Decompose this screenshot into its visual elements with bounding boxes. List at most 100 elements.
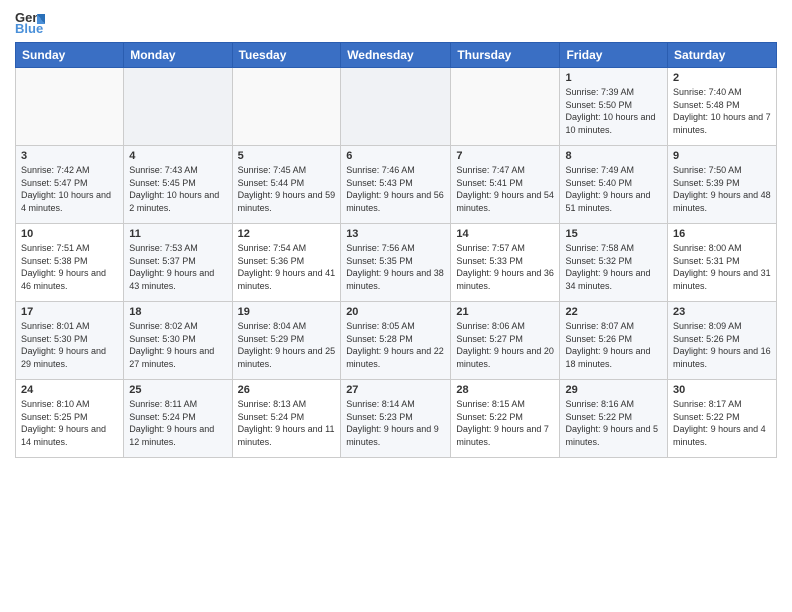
sunset-text: Sunset: 5:33 PM [456,256,523,266]
calendar-table: Sunday Monday Tuesday Wednesday Thursday… [15,42,777,458]
day-info: Sunrise: 8:07 AM Sunset: 5:26 PM Dayligh… [565,320,662,370]
col-tuesday: Tuesday [232,43,341,68]
day-number: 28 [456,384,554,396]
sunrise-text: Sunrise: 8:13 AM [238,399,307,409]
sunset-text: Sunset: 5:48 PM [673,100,740,110]
day-info: Sunrise: 8:10 AM Sunset: 5:25 PM Dayligh… [21,398,118,448]
calendar-cell-day: 16 Sunrise: 8:00 AM Sunset: 5:31 PM Dayl… [668,224,777,302]
col-monday: Monday [124,43,232,68]
sunrise-text: Sunrise: 7:58 AM [565,243,634,253]
sunset-text: Sunset: 5:43 PM [346,178,413,188]
day-number: 5 [238,150,336,162]
sunset-text: Sunset: 5:47 PM [21,178,88,188]
day-number: 13 [346,228,445,240]
calendar-cell-empty [451,68,560,146]
day-number: 20 [346,306,445,318]
sunrise-text: Sunrise: 8:17 AM [673,399,742,409]
col-saturday: Saturday [668,43,777,68]
sunrise-text: Sunrise: 8:14 AM [346,399,415,409]
day-info: Sunrise: 7:40 AM Sunset: 5:48 PM Dayligh… [673,86,771,136]
daylight-text: Daylight: 9 hours and 9 minutes. [346,424,439,447]
day-info: Sunrise: 7:47 AM Sunset: 5:41 PM Dayligh… [456,164,554,214]
calendar-cell-day: 2 Sunrise: 7:40 AM Sunset: 5:48 PM Dayli… [668,68,777,146]
calendar-cell-day: 28 Sunrise: 8:15 AM Sunset: 5:22 PM Dayl… [451,380,560,458]
daylight-text: Daylight: 9 hours and 20 minutes. [456,346,554,369]
sunrise-text: Sunrise: 8:05 AM [346,321,415,331]
calendar-cell-day: 23 Sunrise: 8:09 AM Sunset: 5:26 PM Dayl… [668,302,777,380]
logo-icon: General Blue [15,10,45,34]
sunset-text: Sunset: 5:29 PM [238,334,305,344]
day-number: 24 [21,384,118,396]
sunset-text: Sunset: 5:36 PM [238,256,305,266]
day-number: 2 [673,72,771,84]
calendar-cell-empty [16,68,124,146]
sunset-text: Sunset: 5:30 PM [129,334,196,344]
calendar-cell-day: 25 Sunrise: 8:11 AM Sunset: 5:24 PM Dayl… [124,380,232,458]
sunrise-text: Sunrise: 7:46 AM [346,165,415,175]
daylight-text: Daylight: 9 hours and 51 minutes. [565,190,650,213]
daylight-text: Daylight: 10 hours and 7 minutes. [673,112,771,135]
calendar-cell-day: 6 Sunrise: 7:46 AM Sunset: 5:43 PM Dayli… [341,146,451,224]
calendar-cell-day: 11 Sunrise: 7:53 AM Sunset: 5:37 PM Dayl… [124,224,232,302]
sunset-text: Sunset: 5:41 PM [456,178,523,188]
calendar-cell-day: 29 Sunrise: 8:16 AM Sunset: 5:22 PM Dayl… [560,380,668,458]
sunrise-text: Sunrise: 8:06 AM [456,321,525,331]
calendar-cell-day: 26 Sunrise: 8:13 AM Sunset: 5:24 PM Dayl… [232,380,341,458]
day-info: Sunrise: 8:15 AM Sunset: 5:22 PM Dayligh… [456,398,554,448]
day-number: 7 [456,150,554,162]
calendar-week-row: 1 Sunrise: 7:39 AM Sunset: 5:50 PM Dayli… [16,68,777,146]
sunrise-text: Sunrise: 7:43 AM [129,165,198,175]
day-info: Sunrise: 7:42 AM Sunset: 5:47 PM Dayligh… [21,164,118,214]
calendar-week-row: 3 Sunrise: 7:42 AM Sunset: 5:47 PM Dayli… [16,146,777,224]
daylight-text: Daylight: 9 hours and 22 minutes. [346,346,444,369]
calendar-cell-day: 18 Sunrise: 8:02 AM Sunset: 5:30 PM Dayl… [124,302,232,380]
daylight-text: Daylight: 9 hours and 18 minutes. [565,346,650,369]
day-info: Sunrise: 8:11 AM Sunset: 5:24 PM Dayligh… [129,398,226,448]
sunrise-text: Sunrise: 7:57 AM [456,243,525,253]
sunset-text: Sunset: 5:30 PM [21,334,88,344]
day-number: 27 [346,384,445,396]
day-info: Sunrise: 7:43 AM Sunset: 5:45 PM Dayligh… [129,164,226,214]
daylight-text: Daylight: 9 hours and 4 minutes. [673,424,766,447]
calendar-cell-day: 30 Sunrise: 8:17 AM Sunset: 5:22 PM Dayl… [668,380,777,458]
calendar-cell-day: 12 Sunrise: 7:54 AM Sunset: 5:36 PM Dayl… [232,224,341,302]
day-number: 10 [21,228,118,240]
sunrise-text: Sunrise: 8:01 AM [21,321,90,331]
daylight-text: Daylight: 9 hours and 11 minutes. [238,424,335,447]
sunrise-text: Sunrise: 7:49 AM [565,165,634,175]
day-info: Sunrise: 8:02 AM Sunset: 5:30 PM Dayligh… [129,320,226,370]
col-friday: Friday [560,43,668,68]
sunrise-text: Sunrise: 7:42 AM [21,165,90,175]
day-info: Sunrise: 8:13 AM Sunset: 5:24 PM Dayligh… [238,398,336,448]
daylight-text: Daylight: 9 hours and 7 minutes. [456,424,549,447]
day-info: Sunrise: 7:54 AM Sunset: 5:36 PM Dayligh… [238,242,336,292]
day-info: Sunrise: 8:14 AM Sunset: 5:23 PM Dayligh… [346,398,445,448]
day-info: Sunrise: 8:00 AM Sunset: 5:31 PM Dayligh… [673,242,771,292]
daylight-text: Daylight: 9 hours and 29 minutes. [21,346,106,369]
daylight-text: Daylight: 9 hours and 54 minutes. [456,190,554,213]
sunset-text: Sunset: 5:26 PM [673,334,740,344]
page-header: General Blue [15,10,777,34]
day-info: Sunrise: 7:49 AM Sunset: 5:40 PM Dayligh… [565,164,662,214]
day-number: 11 [129,228,226,240]
calendar-cell-day: 9 Sunrise: 7:50 AM Sunset: 5:39 PM Dayli… [668,146,777,224]
day-number: 6 [346,150,445,162]
calendar-cell-day: 17 Sunrise: 8:01 AM Sunset: 5:30 PM Dayl… [16,302,124,380]
day-number: 22 [565,306,662,318]
calendar-cell-day: 14 Sunrise: 7:57 AM Sunset: 5:33 PM Dayl… [451,224,560,302]
day-number: 19 [238,306,336,318]
sunset-text: Sunset: 5:28 PM [346,334,413,344]
calendar-cell-day: 10 Sunrise: 7:51 AM Sunset: 5:38 PM Dayl… [16,224,124,302]
calendar-week-row: 17 Sunrise: 8:01 AM Sunset: 5:30 PM Dayl… [16,302,777,380]
sunset-text: Sunset: 5:24 PM [129,412,196,422]
sunset-text: Sunset: 5:40 PM [565,178,632,188]
day-number: 16 [673,228,771,240]
daylight-text: Daylight: 9 hours and 56 minutes. [346,190,444,213]
sunrise-text: Sunrise: 7:39 AM [565,87,634,97]
day-info: Sunrise: 7:56 AM Sunset: 5:35 PM Dayligh… [346,242,445,292]
calendar-cell-day: 5 Sunrise: 7:45 AM Sunset: 5:44 PM Dayli… [232,146,341,224]
daylight-text: Daylight: 9 hours and 27 minutes. [129,346,214,369]
sunrise-text: Sunrise: 7:51 AM [21,243,90,253]
day-number: 8 [565,150,662,162]
day-number: 26 [238,384,336,396]
